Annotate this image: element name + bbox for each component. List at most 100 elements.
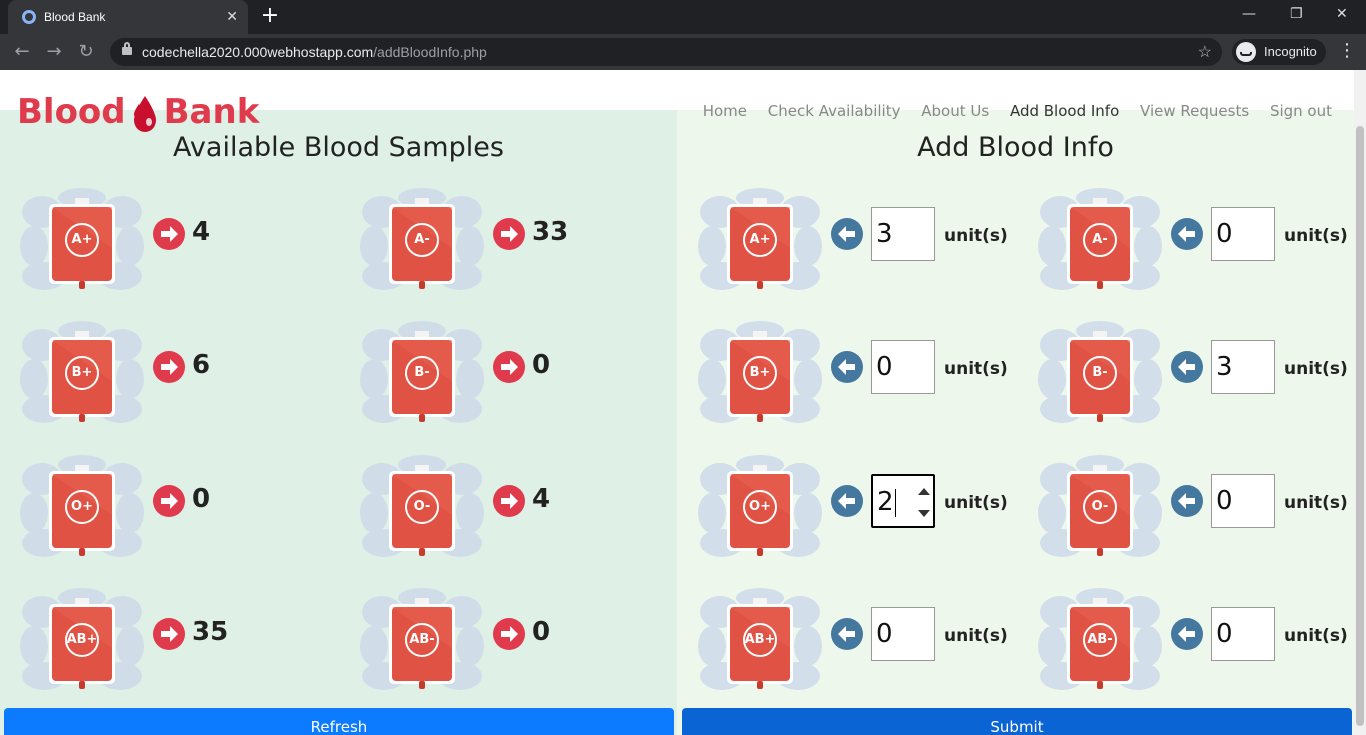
nav-about-us[interactable]: About Us [921, 102, 989, 120]
arrow-right-circle-icon [153, 618, 185, 650]
arrow-left-circle-icon[interactable] [831, 218, 863, 250]
units-input-oneg[interactable]: 0 [1211, 474, 1275, 528]
arrow-right-circle-icon [153, 218, 185, 250]
browser-toolbar: ← → ↻ codechella2020.000webhostapp.com/a… [0, 34, 1366, 70]
blood-bag-icon: A+ [20, 188, 144, 292]
available-count: 4 [192, 217, 211, 247]
reload-icon[interactable]: ↻ [74, 40, 98, 64]
blood-bag-icon: O- [360, 455, 484, 559]
blood-bag-icon: B- [360, 321, 484, 425]
blood-type-label: AB- [409, 632, 435, 647]
units-value: 2 [877, 487, 894, 517]
units-value: 3 [1216, 352, 1233, 382]
brand-right: Bank [163, 92, 260, 132]
available-count: 0 [532, 350, 551, 380]
available-count: 4 [532, 484, 551, 514]
incognito-icon [1236, 42, 1256, 62]
refresh-button[interactable]: Refresh [4, 708, 674, 735]
units-input-abpos[interactable]: 0 [871, 607, 935, 661]
available-count: 33 [532, 217, 569, 247]
site-logo[interactable]: Blood Bank [17, 92, 259, 132]
available-count: 35 [192, 617, 229, 647]
blood-bag-icon: A- [360, 188, 484, 292]
blood-type-label: O- [413, 499, 431, 514]
units-value: 0 [876, 352, 893, 382]
blood-type-label: AB- [1087, 632, 1113, 647]
blood-type-label: AB+ [66, 632, 98, 647]
units-input-abneg[interactable]: 0 [1211, 607, 1275, 661]
arrow-right-circle-icon [493, 218, 525, 250]
submit-button[interactable]: Submit [682, 708, 1352, 735]
arrow-left-circle-icon[interactable] [1171, 485, 1203, 517]
blood-bag-icon: B- [1038, 321, 1162, 425]
brand-left: Blood [17, 92, 126, 132]
browser-tab[interactable]: Blood Bank ✕ [8, 0, 248, 34]
window-close-button[interactable]: ✕ [1336, 6, 1348, 22]
nav-view-requests[interactable]: View Requests [1140, 102, 1249, 120]
restore-button[interactable]: ❐ [1290, 6, 1303, 22]
minimize-button[interactable]: — [1242, 6, 1256, 22]
blood-type-label: O- [1091, 499, 1109, 514]
spinner-down-icon[interactable] [918, 510, 930, 517]
browser-titlebar: Blood Bank ✕ + — ❐ ✕ [0, 0, 1366, 34]
arrow-left-circle-icon[interactable] [831, 485, 863, 517]
blood-type-label: B+ [71, 365, 93, 380]
arrow-right-circle-icon [493, 485, 525, 517]
arrow-right-circle-icon [153, 485, 185, 517]
menu-kebab-icon[interactable]: ⋮ [1338, 40, 1356, 61]
arrow-right-circle-icon [493, 618, 525, 650]
scrollbar-thumb[interactable] [1356, 126, 1364, 726]
available-title: Available Blood Samples [173, 132, 504, 163]
url-path: /addBloodInfo.php [373, 44, 487, 60]
arrow-left-circle-icon[interactable] [1171, 351, 1203, 383]
arrow-left-circle-icon[interactable] [1171, 218, 1203, 250]
unit-label: unit(s) [1284, 493, 1348, 513]
new-tab-button[interactable]: + [258, 4, 282, 28]
unit-label: unit(s) [1284, 626, 1348, 646]
blood-bag-icon: B+ [698, 321, 822, 425]
units-input-apos[interactable]: 3 [871, 207, 935, 261]
blood-type-label: B- [1092, 365, 1108, 380]
arrow-left-circle-icon[interactable] [1171, 618, 1203, 650]
blood-type-label: B- [414, 365, 430, 380]
units-input-aneg[interactable]: 0 [1211, 207, 1275, 261]
blood-type-label: O+ [749, 499, 771, 514]
blood-bag-icon: AB- [1038, 588, 1162, 692]
units-input-bneg[interactable]: 3 [1211, 340, 1275, 394]
url-host: codechella2020.000webhostapp.com [142, 44, 374, 60]
unit-label: unit(s) [944, 626, 1008, 646]
unit-label: unit(s) [944, 226, 1008, 246]
blood-type-label: A- [414, 232, 430, 247]
nav-home[interactable]: Home [703, 102, 747, 120]
arrow-right-circle-icon [153, 351, 185, 383]
globe-icon [22, 10, 36, 24]
bookmark-star-icon[interactable]: ☆ [1198, 42, 1212, 62]
incognito-indicator[interactable]: Incognito [1232, 39, 1326, 65]
number-spinner[interactable] [915, 480, 931, 524]
blood-type-label: O+ [71, 499, 93, 514]
units-input-opos[interactable]: 2 [871, 474, 935, 528]
tab-close-icon[interactable]: ✕ [226, 8, 238, 25]
units-input-bpos[interactable]: 0 [871, 340, 935, 394]
nav-add-blood-info[interactable]: Add Blood Info [1010, 102, 1119, 120]
forward-icon[interactable]: → [42, 40, 66, 64]
url-text: codechella2020.000webhostapp.com/addBloo… [142, 44, 487, 60]
nav-check-availability[interactable]: Check Availability [768, 102, 901, 120]
available-count: 0 [192, 484, 211, 514]
spinner-up-icon[interactable] [918, 488, 930, 495]
back-icon[interactable]: ← [10, 40, 34, 64]
address-bar[interactable]: codechella2020.000webhostapp.com/addBloo… [110, 38, 1222, 66]
unit-label: unit(s) [1284, 359, 1348, 379]
blood-bag-icon: AB- [360, 588, 484, 692]
units-value: 3 [876, 219, 893, 249]
units-value: 0 [1216, 619, 1233, 649]
blood-type-label: A- [1092, 232, 1108, 247]
blood-bag-icon: O+ [20, 455, 144, 559]
arrow-left-circle-icon[interactable] [831, 351, 863, 383]
tab-title: Blood Bank [44, 10, 106, 24]
nav-sign-out[interactable]: Sign out [1270, 102, 1332, 120]
unit-label: unit(s) [944, 493, 1008, 513]
page-scrollbar[interactable] [1354, 70, 1366, 735]
main-nav: Home Check Availability About Us Add Blo… [687, 102, 1332, 120]
arrow-left-circle-icon[interactable] [831, 618, 863, 650]
